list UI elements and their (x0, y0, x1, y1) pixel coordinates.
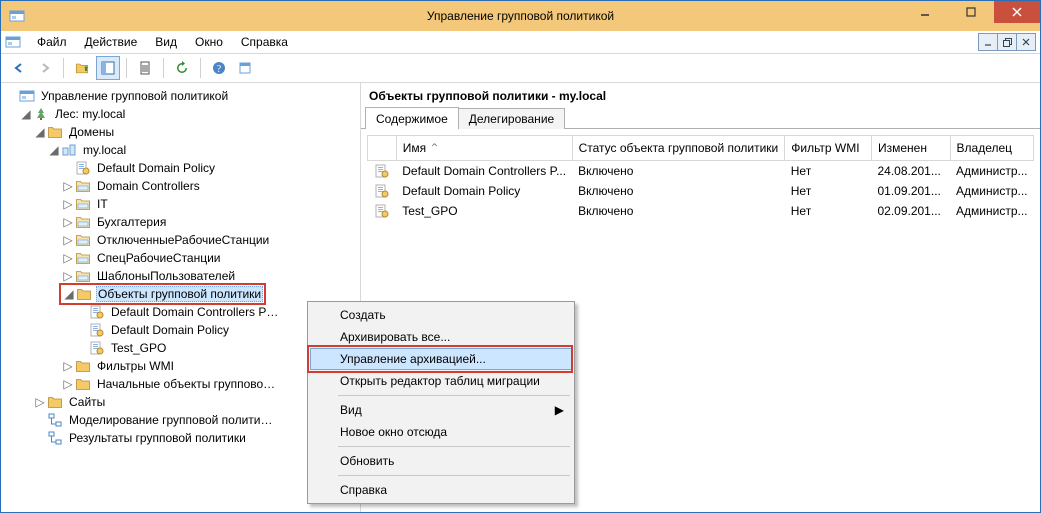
ctx-new-window[interactable]: Новое окно отсюда (310, 421, 572, 443)
ctx-create[interactable]: Создать (310, 304, 572, 326)
domain-icon (61, 142, 77, 158)
menu-file[interactable]: Файл (29, 33, 75, 51)
ou-icon (75, 250, 91, 266)
tree-it[interactable]: ▷IT (5, 195, 360, 213)
refresh-button[interactable] (170, 56, 194, 80)
delete-button[interactable] (133, 56, 157, 80)
ou-icon (75, 196, 91, 212)
ou-icon (75, 232, 91, 248)
menu-window[interactable]: Окно (187, 33, 231, 51)
tree-ddp-link[interactable]: Default Domain Policy (5, 159, 360, 177)
forest-icon (33, 106, 49, 122)
col-wmi[interactable]: Фильтр WMI (785, 136, 872, 161)
table-row[interactable]: Default Domain PolicyВключеноНет01.09.20… (368, 181, 1034, 201)
tree-domain[interactable]: ◢my.local (5, 141, 360, 159)
tree-accounting[interactable]: ▷Бухгалтерия (5, 213, 360, 231)
ou-icon (75, 268, 91, 284)
ctx-migration[interactable]: Открыть редактор таблиц миграции (310, 370, 572, 392)
menu-help[interactable]: Справка (233, 33, 296, 51)
mmc-icon (19, 88, 35, 104)
up-button[interactable] (70, 56, 94, 80)
menu-view[interactable]: Вид (147, 33, 185, 51)
col-changed[interactable]: Изменен (871, 136, 950, 161)
tree-spec[interactable]: ▷СпецРабочиеСтанции (5, 249, 360, 267)
titlebar: Управление групповой политикой (1, 1, 1040, 31)
forward-button[interactable] (33, 56, 57, 80)
help-button[interactable]: ? (207, 56, 231, 80)
context-menu: Создать Архивировать все... Управление а… (307, 301, 575, 504)
ou-icon (75, 178, 91, 194)
gpo-icon (374, 203, 390, 219)
table-row[interactable]: Test_GPOВключеноНет02.09.201...Администр… (368, 201, 1034, 221)
col-icon[interactable] (368, 136, 397, 161)
col-name[interactable]: Имя ⌃ (396, 136, 572, 161)
ctx-refresh[interactable]: Обновить (310, 450, 572, 472)
gpo-icon (89, 340, 105, 356)
mdi-minimize-button[interactable] (978, 33, 998, 51)
folder-icon (75, 358, 91, 374)
close-button[interactable] (994, 1, 1040, 23)
tree-root[interactable]: Управление групповой политикой (5, 87, 360, 105)
gpo-icon (374, 183, 390, 199)
window-title: Управление групповой политикой (1, 1, 1040, 31)
tree-domains[interactable]: ◢Домены (5, 123, 360, 141)
toolbar: ? (1, 54, 1040, 83)
gpo-icon (89, 322, 105, 338)
gpo-icon (75, 160, 91, 176)
properties-button[interactable] (233, 56, 257, 80)
tree-dc[interactable]: ▷Domain Controllers (5, 177, 360, 195)
tree-disabled[interactable]: ▷ОтключенныеРабочиеСтанции (5, 231, 360, 249)
chevron-right-icon: ▶ (555, 403, 564, 417)
maximize-button[interactable] (948, 1, 994, 23)
svg-text:?: ? (217, 64, 222, 75)
gpo-icon (89, 304, 105, 320)
ctx-manage-backups[interactable]: Управление архивацией... (310, 348, 572, 370)
tab-delegation[interactable]: Делегирование (458, 108, 565, 129)
mdi-restore-button[interactable] (997, 33, 1017, 51)
mmc-icon (5, 34, 21, 50)
ou-icon (75, 214, 91, 230)
detail-header: Объекты групповой политики - my.local (361, 83, 1040, 107)
menubar: Файл Действие Вид Окно Справка (1, 31, 1040, 54)
folder-icon (76, 286, 92, 302)
show-tree-button[interactable] (96, 56, 120, 80)
folder-icon (75, 376, 91, 392)
gpo-icon (374, 163, 390, 179)
minimize-button[interactable] (902, 1, 948, 23)
menu-action[interactable]: Действие (77, 33, 146, 51)
back-button[interactable] (7, 56, 31, 80)
tab-contents[interactable]: Содержимое (365, 107, 459, 129)
tree-forest[interactable]: ◢Лес: my.local (5, 105, 360, 123)
mdi-close-button[interactable] (1016, 33, 1036, 51)
tree-icon (47, 412, 63, 428)
col-owner[interactable]: Владелец (950, 136, 1033, 161)
gpo-table: Имя ⌃ Статус объекта групповой политики … (367, 135, 1034, 221)
table-row[interactable]: Default Domain Controllers P...ВключеноН… (368, 161, 1034, 182)
ctx-help[interactable]: Справка (310, 479, 572, 501)
folder-icon (47, 124, 63, 140)
col-status[interactable]: Статус объекта групповой политики (572, 136, 785, 161)
folder-icon (47, 394, 63, 410)
tree-icon (47, 430, 63, 446)
ctx-backup-all[interactable]: Архивировать все... (310, 326, 572, 348)
ctx-view[interactable]: Вид▶ (310, 399, 572, 421)
